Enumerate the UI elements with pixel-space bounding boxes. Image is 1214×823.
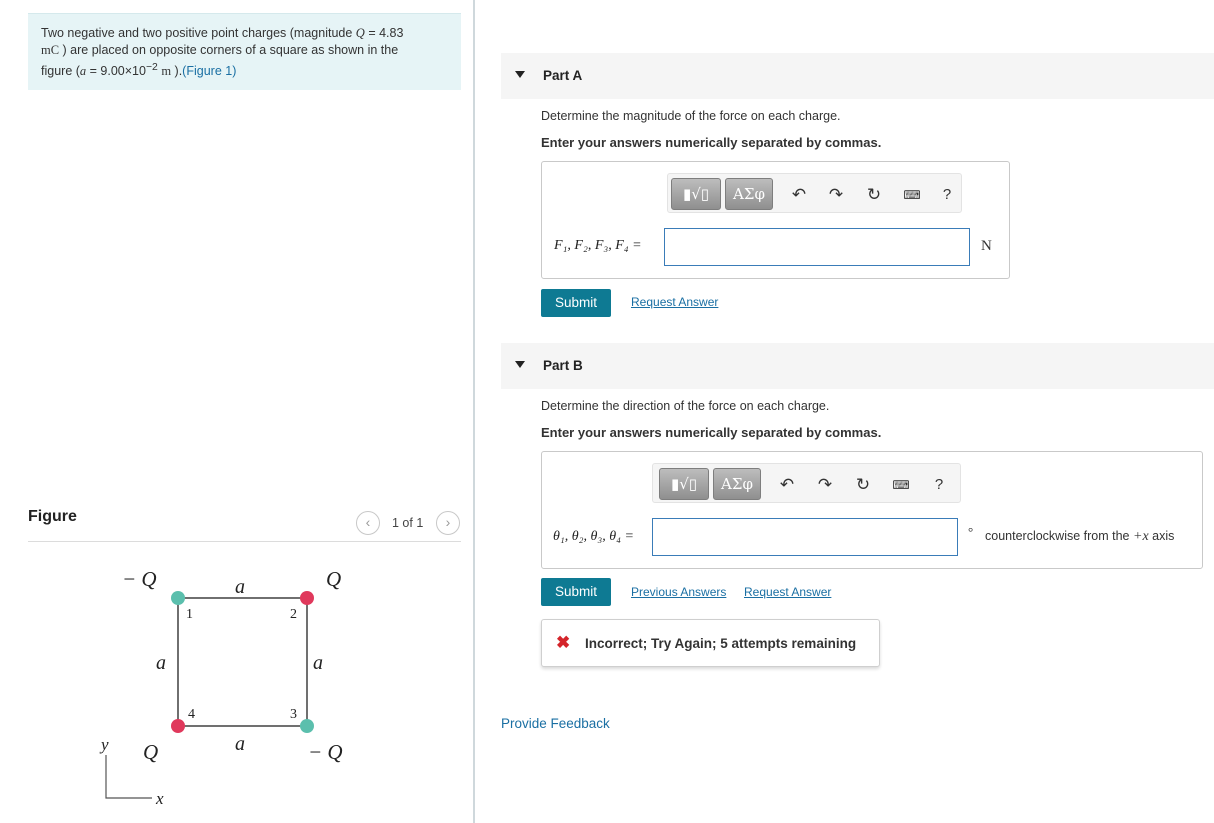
figure-header: Figure xyxy=(28,508,77,525)
charge-2-label: Q xyxy=(326,567,341,591)
unit-mc: mC xyxy=(41,43,60,57)
collapse-triangle-icon xyxy=(515,361,525,368)
corner-1-label: 1 xyxy=(186,607,193,622)
part-a-title: Part A xyxy=(543,68,583,83)
degree-symbol: ° xyxy=(968,524,974,539)
part-b-instruction: Enter your answers numerically separated… xyxy=(541,425,882,440)
side-left-label: a xyxy=(156,652,166,674)
q-symbol: Q xyxy=(355,26,365,40)
corner-2-label: 2 xyxy=(290,607,297,622)
previous-answers-link[interactable]: Previous Answers xyxy=(631,585,726,599)
provide-feedback-link[interactable]: Provide Feedback xyxy=(501,716,610,731)
keyboard-icon[interactable]: ⌨ xyxy=(901,184,923,206)
unit-math: +x xyxy=(1133,529,1149,544)
axis-y-label: y xyxy=(99,735,109,754)
problem-text: figure ( xyxy=(41,64,80,79)
a-symbol: a xyxy=(79,64,87,79)
square xyxy=(177,597,308,727)
keyboard-icon[interactable]: ⌨ xyxy=(890,474,912,496)
math-toolbar: ▮√▯ ΑΣφ ↶ ↷ ↻ ⌨ ? xyxy=(652,463,961,503)
part-a-instruction: Enter your answers numerically separated… xyxy=(541,135,882,150)
charge-2-dot xyxy=(300,591,314,605)
part-b-answer-label: θ₁, θ₂, θ₃, θ₄ = xyxy=(553,529,634,544)
figure-prev-button[interactable]: ‹ xyxy=(356,511,380,535)
part-b-header[interactable]: Part B xyxy=(501,343,1214,389)
part-a-header[interactable]: Part A xyxy=(501,53,1214,99)
part-b-answer-box: ▮√▯ ΑΣφ ↶ ↷ ↻ ⌨ ? θ₁, θ₂, θ₃, θ₄ = ° cou… xyxy=(541,451,1203,569)
help-button[interactable]: ? xyxy=(936,184,958,206)
unit-m: m xyxy=(161,64,172,79)
part-a-answer-label: F₁, F₂, F₃, F₄ = xyxy=(554,238,642,253)
part-a-prompt: Determine the magnitude of the force on … xyxy=(541,109,841,123)
figure-divider xyxy=(28,541,461,542)
part-a-submit-button[interactable]: Submit xyxy=(541,289,611,317)
symbols-button[interactable]: ΑΣφ xyxy=(713,468,761,500)
chevron-left-icon: ‹ xyxy=(365,514,371,530)
x-icon: ✖ xyxy=(556,633,571,652)
axis-x-label: x xyxy=(155,789,164,808)
collapse-triangle-icon xyxy=(515,71,525,78)
problem-statement: Two negative and two positive point char… xyxy=(28,13,461,90)
charge-4-dot xyxy=(171,719,185,733)
problem-text: ) are placed on opposite corners of a sq… xyxy=(62,43,399,57)
figure-next-button[interactable]: › xyxy=(436,511,460,535)
redo-icon[interactable]: ↷ xyxy=(814,474,836,496)
charge-3-dot xyxy=(300,719,314,733)
exponent: −2 xyxy=(145,62,158,73)
part-a-request-answer-link[interactable]: Request Answer xyxy=(631,295,718,309)
part-b-request-answer-link[interactable]: Request Answer xyxy=(744,585,831,599)
charge-4-label: Q xyxy=(143,740,158,764)
symbols-button[interactable]: ΑΣφ xyxy=(725,178,773,210)
part-a-answer-box: ▮√▯ ΑΣφ ↶ ↷ ↻ ⌨ ? F₁, F₂, F₃, F₄ = N xyxy=(541,161,1010,279)
reset-icon[interactable]: ↻ xyxy=(863,184,885,206)
part-b-prompt: Determine the direction of the force on … xyxy=(541,399,830,413)
problem-text: = 9.00×10 xyxy=(89,64,146,79)
side-right-label: a xyxy=(313,652,323,674)
corner-3-label: 3 xyxy=(290,707,297,722)
side-bottom-label: a xyxy=(235,733,245,755)
charge-1-label: − Q xyxy=(122,567,157,591)
undo-icon[interactable]: ↶ xyxy=(776,474,798,496)
reset-icon[interactable]: ↻ xyxy=(852,474,874,496)
feedback-text: Incorrect; Try Again; 5 attempts remaini… xyxy=(585,636,857,651)
unit-text-part: counterclockwise from the xyxy=(985,529,1130,543)
part-a-answer-input[interactable] xyxy=(664,228,970,266)
figure-link[interactable]: (Figure 1) xyxy=(182,64,236,78)
left-pane: Two negative and two positive point char… xyxy=(0,0,474,823)
part-b-submit-button[interactable]: Submit xyxy=(541,578,611,606)
problem-text: Two negative and two positive point char… xyxy=(41,26,353,40)
part-b-unit-text: counterclockwise from the +x axis xyxy=(985,529,1174,545)
figure-pager-text: 1 of 1 xyxy=(392,516,424,530)
pane-divider xyxy=(473,0,475,823)
templates-button[interactable]: ▮√▯ xyxy=(671,178,721,210)
charge-1-dot xyxy=(171,591,185,605)
part-b-answer-input[interactable] xyxy=(652,518,958,556)
part-b-title: Part B xyxy=(543,358,583,373)
math-toolbar: ▮√▯ ΑΣφ ↶ ↷ ↻ ⌨ ? xyxy=(667,173,962,213)
chevron-right-icon: › xyxy=(445,514,451,530)
undo-icon[interactable]: ↶ xyxy=(788,184,810,206)
redo-icon[interactable]: ↷ xyxy=(825,184,847,206)
corner-4-label: 4 xyxy=(188,707,195,722)
templates-button[interactable]: ▮√▯ xyxy=(659,468,709,500)
side-top-label: a xyxy=(235,576,245,598)
unit-text-part: axis xyxy=(1152,529,1175,543)
problem-text: = 4.83 xyxy=(368,26,404,40)
part-a-unit: N xyxy=(981,238,992,254)
help-button[interactable]: ? xyxy=(928,474,950,496)
feedback-message: ✖ Incorrect; Try Again; 5 attempts remai… xyxy=(541,619,880,667)
charge-3-label: − Q xyxy=(308,740,343,764)
figure-diagram: − Q Q − Q Q a a a a 1 2 3 4 y x xyxy=(99,567,343,808)
